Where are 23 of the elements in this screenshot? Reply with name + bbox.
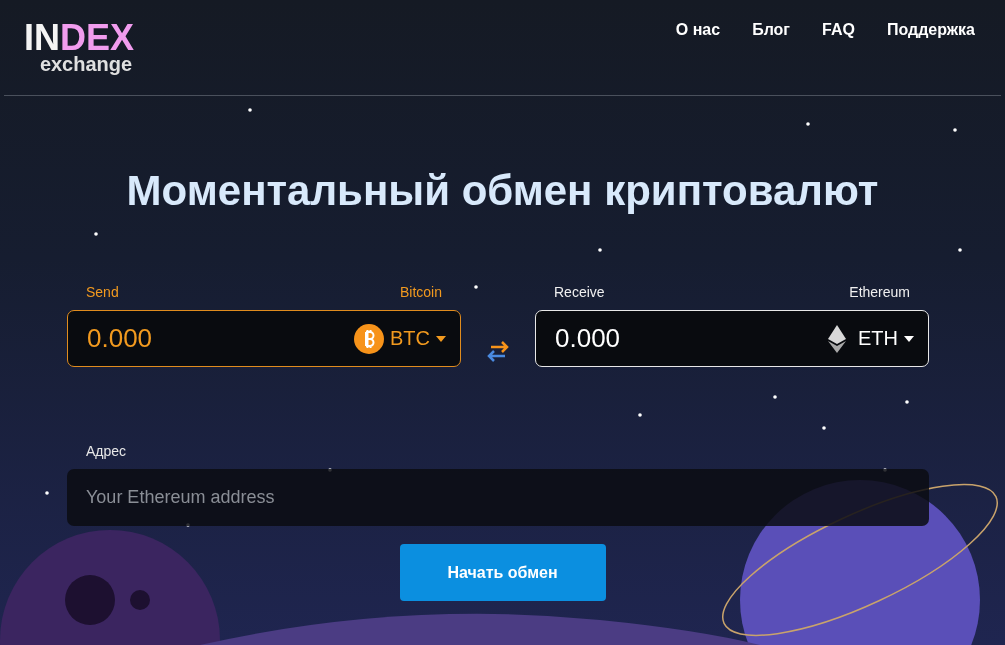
swap-arrows-icon[interactable] [485, 338, 511, 364]
page-title: Моментальный обмен криптовалют [126, 166, 879, 216]
amount-field[interactable]: 0.000 ETH [535, 310, 929, 367]
coin-icon [354, 323, 384, 354]
currency-dropdown[interactable]: BTC [354, 323, 446, 354]
caret-icon [436, 335, 446, 342]
currency-name: Bitcoin [399, 284, 442, 300]
nav-link[interactable]: Блог [752, 21, 790, 39]
field-label: Send [86, 284, 119, 300]
nav-link[interactable]: О нас [675, 21, 721, 39]
logo-subtitle: exchange [39, 54, 133, 74]
address-label: Адрес [86, 443, 128, 459]
currency-name: Ethereum [849, 284, 910, 300]
address-input[interactable]: Your Ethereum address [67, 469, 929, 526]
amount-value: 0.000 [555, 323, 621, 354]
currency-dropdown[interactable]: ETH [822, 323, 914, 354]
nav-link[interactable]: FAQ [822, 21, 855, 39]
logo-text[interactable]: INDEX [24, 22, 135, 54]
caret-icon [904, 335, 914, 342]
nav-link[interactable]: Поддержка [886, 21, 975, 39]
amount-field[interactable]: 0.000 BTC [67, 310, 461, 367]
amount-value: 0.000 [87, 323, 153, 354]
field-label: Receive [554, 284, 605, 300]
